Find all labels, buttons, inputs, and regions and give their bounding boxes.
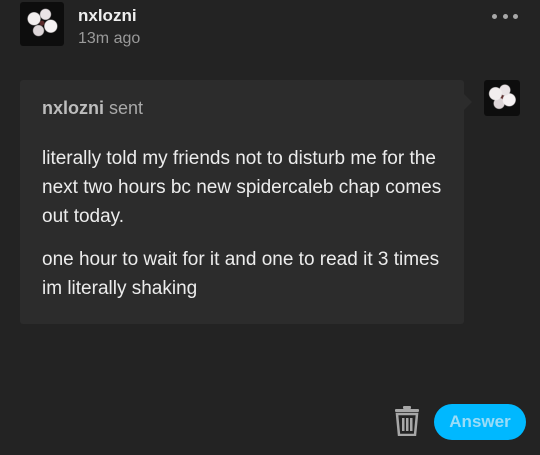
- dot: [502, 13, 508, 19]
- sent-label: sent: [104, 98, 144, 118]
- trash-icon[interactable]: [394, 406, 420, 437]
- author-avatar[interactable]: [20, 2, 64, 46]
- post-header: nxlozni 13m ago: [20, 0, 520, 50]
- dot: [492, 13, 497, 19]
- question-text: literally told my friends not to disturb…: [42, 144, 452, 317]
- answer-button[interactable]: Answer: [434, 404, 526, 440]
- question-paragraph: one hour to wait for it and one to read …: [42, 249, 440, 299]
- question-paragraph: literally told my friends not to disturb…: [42, 148, 442, 227]
- post-timestamp[interactable]: 13m ago: [78, 30, 140, 48]
- author-username[interactable]: nxlozni: [78, 6, 137, 26]
- asker-avatar[interactable]: [484, 80, 520, 116]
- ask-bubble: nxlozni sent literally told my friends n…: [20, 80, 472, 324]
- asker-name[interactable]: nxlozni: [42, 98, 104, 118]
- dot: [513, 13, 518, 19]
- bubble-pointer: [464, 94, 472, 110]
- ellipsis-icon[interactable]: [492, 10, 518, 22]
- asker-line: nxlozni sent: [42, 98, 143, 119]
